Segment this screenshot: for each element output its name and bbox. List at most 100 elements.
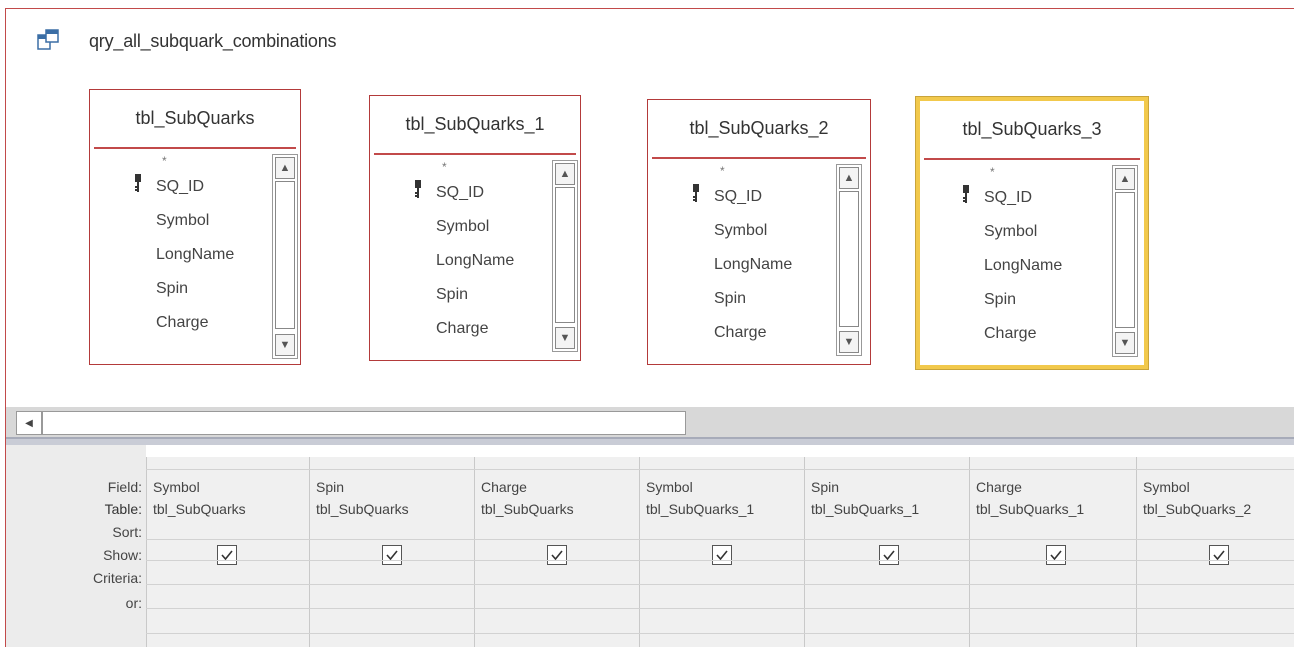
scroll-up-icon[interactable]: ▲	[275, 157, 295, 179]
grid-row-divider	[146, 608, 1294, 609]
field-list-item[interactable]: Symbol	[714, 222, 767, 240]
field-list-scrollbar[interactable]: ▲ ▼	[272, 154, 298, 359]
field-list-item[interactable]: LongName	[436, 252, 514, 270]
window-title: qry_all_subquark_combinations	[89, 31, 337, 51]
grid-row-divider	[146, 560, 1294, 561]
qbe-grid[interactable]: Field: Table: Sort: Show: Criteria: or: …	[6, 445, 1294, 647]
field-list-item[interactable]: Spin	[436, 286, 468, 304]
scroll-down-icon[interactable]: ▼	[555, 327, 575, 349]
grid-cell-field[interactable]: Symbol	[153, 479, 200, 495]
grid-cell-table[interactable]: tbl_SubQuarks	[481, 501, 574, 517]
field-list-item[interactable]: Charge	[984, 325, 1036, 343]
scroll-down-icon[interactable]: ▼	[1115, 332, 1135, 354]
grid-cell-field[interactable]: Spin	[316, 479, 344, 495]
grid-cell-field[interactable]: Spin	[811, 479, 839, 495]
grid-row-labels: Field: Table: Sort: Show: Criteria: or:	[6, 445, 146, 647]
primary-key-icon	[133, 174, 143, 194]
table-box-title[interactable]: tbl_SubQuarks_1	[370, 96, 580, 154]
field-list-item[interactable]: Spin	[714, 290, 746, 308]
show-checkbox[interactable]	[1046, 545, 1066, 565]
scrollbar-thumb[interactable]	[1115, 192, 1135, 328]
field-list-item[interactable]: SQ_ID	[436, 184, 484, 202]
field-list-item[interactable]: SQ_ID	[984, 189, 1032, 207]
grid-cell-field[interactable]: Charge	[481, 479, 527, 495]
field-list-item-all[interactable]: *	[442, 160, 447, 174]
pane-splitter[interactable]	[6, 437, 1294, 445]
field-list-item[interactable]: SQ_ID	[714, 188, 762, 206]
grid-row-divider	[146, 584, 1294, 585]
primary-key-icon	[961, 185, 971, 205]
table-box-tbl-subquarks-3[interactable]: tbl_SubQuarks_3 * SQ_ID Symbol LongName …	[915, 96, 1149, 370]
grid-cell-table[interactable]: tbl_SubQuarks	[316, 501, 409, 517]
primary-key-icon	[413, 180, 423, 200]
grid-cell-table[interactable]: tbl_SubQuarks_1	[811, 501, 919, 517]
show-checkbox[interactable]	[547, 545, 567, 565]
table-box-divider	[924, 158, 1140, 160]
table-box-title[interactable]: tbl_SubQuarks_3	[920, 101, 1144, 159]
grid-column[interactable]: Charge tbl_SubQuarks_1	[969, 457, 1136, 647]
scroll-up-icon[interactable]: ▲	[1115, 168, 1135, 190]
horizontal-scrollbar[interactable]: ◀	[6, 407, 1294, 437]
scroll-up-icon[interactable]: ▲	[839, 167, 859, 189]
field-list-item[interactable]: Spin	[156, 280, 188, 298]
title-bar: qry_all_subquark_combinations	[6, 9, 1294, 67]
scrollbar-thumb[interactable]	[275, 181, 295, 329]
grid-column[interactable]: Symbol tbl_SubQuarks_1	[639, 457, 804, 647]
show-checkbox[interactable]	[382, 545, 402, 565]
grid-column[interactable]: Spin tbl_SubQuarks	[309, 457, 474, 647]
field-list-item[interactable]: Symbol	[436, 218, 489, 236]
table-box-title[interactable]: tbl_SubQuarks	[90, 90, 300, 148]
scroll-down-icon[interactable]: ▼	[839, 331, 859, 353]
row-label-field: Field:	[107, 479, 142, 495]
horizontal-scrollbar-thumb[interactable]	[42, 411, 686, 435]
table-box-tbl-subquarks[interactable]: tbl_SubQuarks * SQ_ID Symbol LongName Sp…	[89, 89, 301, 365]
field-list-item[interactable]: LongName	[714, 256, 792, 274]
grid-cell-table[interactable]: tbl_SubQuarks	[153, 501, 246, 517]
field-list-item[interactable]: SQ_ID	[156, 178, 204, 196]
field-list-item-all[interactable]: *	[162, 154, 167, 168]
field-list-item[interactable]: Symbol	[984, 223, 1037, 241]
scroll-left-icon[interactable]: ◀	[16, 411, 42, 435]
field-list-item[interactable]: Charge	[714, 324, 766, 342]
horizontal-scrollbar-track[interactable]	[686, 411, 1294, 435]
grid-column[interactable]: Symbol tbl_SubQuarks	[146, 457, 309, 647]
grid-cell-table[interactable]: tbl_SubQuarks_1	[976, 501, 1084, 517]
grid-row-divider	[146, 469, 1294, 470]
show-checkbox[interactable]	[217, 545, 237, 565]
grid-cell-table[interactable]: tbl_SubQuarks_1	[646, 501, 754, 517]
field-list-item[interactable]: Symbol	[156, 212, 209, 230]
grid-column[interactable]: Charge tbl_SubQuarks	[474, 457, 639, 647]
show-checkbox[interactable]	[712, 545, 732, 565]
field-list-item[interactable]: LongName	[156, 246, 234, 264]
show-checkbox[interactable]	[1209, 545, 1229, 565]
table-box-tbl-subquarks-1[interactable]: tbl_SubQuarks_1 * SQ_ID Symbol LongName …	[369, 95, 581, 361]
show-checkbox[interactable]	[879, 545, 899, 565]
field-list-scrollbar[interactable]: ▲ ▼	[1112, 165, 1138, 357]
scrollbar-thumb[interactable]	[555, 187, 575, 323]
grid-cell-field[interactable]: Symbol	[1143, 479, 1190, 495]
scroll-up-icon[interactable]: ▲	[555, 163, 575, 185]
grid-cell-field[interactable]: Charge	[976, 479, 1022, 495]
grid-cell-table[interactable]: tbl_SubQuarks_2	[1143, 501, 1251, 517]
table-box-tbl-subquarks-2[interactable]: tbl_SubQuarks_2 * SQ_ID Symbol LongName …	[647, 99, 871, 365]
table-box-divider	[94, 147, 296, 149]
grid-column[interactable]: Spin tbl_SubQuarks_1	[804, 457, 969, 647]
field-list-item[interactable]: Spin	[984, 291, 1016, 309]
table-box-title[interactable]: tbl_SubQuarks_2	[648, 100, 870, 158]
field-list-item-all[interactable]: *	[720, 164, 725, 178]
grid-cell-field[interactable]: Symbol	[646, 479, 693, 495]
field-list-item-all[interactable]: *	[990, 165, 995, 179]
table-design-area[interactable]: tbl_SubQuarks * SQ_ID Symbol LongName Sp…	[6, 67, 1294, 407]
table-box-divider	[652, 157, 866, 159]
field-list-scrollbar[interactable]: ▲ ▼	[552, 160, 578, 352]
row-label-or: or:	[125, 595, 142, 611]
primary-key-icon	[691, 184, 701, 204]
scroll-down-icon[interactable]: ▼	[275, 334, 295, 356]
row-label-sort: Sort:	[112, 524, 142, 540]
field-list-scrollbar[interactable]: ▲ ▼	[836, 164, 862, 356]
scrollbar-thumb[interactable]	[839, 191, 859, 327]
grid-column[interactable]: Symbol tbl_SubQuarks_2	[1136, 457, 1294, 647]
field-list-item[interactable]: LongName	[984, 257, 1062, 275]
field-list-item[interactable]: Charge	[156, 314, 208, 332]
field-list-item[interactable]: Charge	[436, 320, 488, 338]
